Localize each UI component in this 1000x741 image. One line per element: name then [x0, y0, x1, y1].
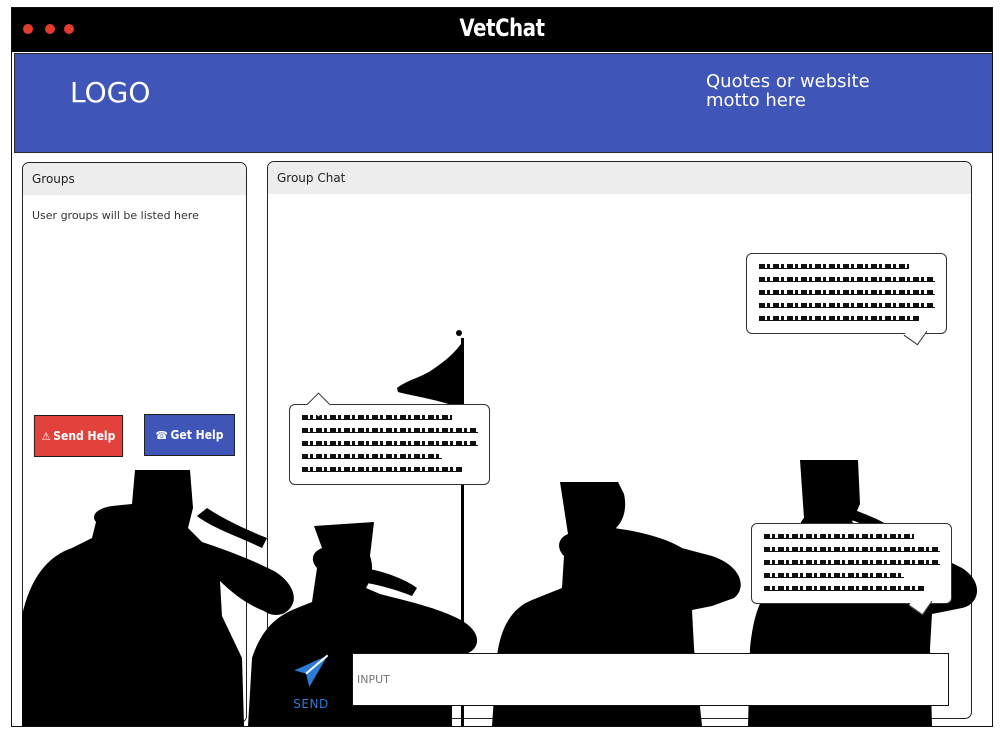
warning-icon: ⚠: [41, 429, 51, 443]
app-window: VetChat LOGO Quotes or website motto her…: [11, 7, 993, 727]
group-chat-title: Group Chat: [268, 162, 971, 194]
send-label: SEND: [293, 697, 329, 711]
close-dot[interactable]: [23, 24, 33, 34]
get-help-button[interactable]: ☎ Get Help: [144, 414, 235, 456]
chat-message-bubble: [751, 523, 952, 616]
site-header: LOGO Quotes or website motto here: [14, 53, 992, 153]
chat-message-bubble: [746, 253, 947, 346]
paper-plane-icon: [294, 654, 329, 687]
send-help-button[interactable]: ⚠ Send Help: [33, 415, 124, 457]
send-help-label: Send Help: [53, 429, 116, 443]
window-titlebar: VetChat: [12, 8, 992, 52]
site-motto: Quotes or website motto here: [706, 72, 886, 110]
get-help-label: Get Help: [170, 428, 224, 442]
minimize-dot[interactable]: [45, 24, 55, 34]
phone-icon: ☎: [155, 428, 168, 442]
app-title: VetChat: [459, 14, 545, 42]
maximize-dot[interactable]: [64, 24, 74, 34]
chat-input[interactable]: [352, 653, 949, 706]
send-button[interactable]: SEND: [283, 648, 339, 712]
logo[interactable]: LOGO: [70, 76, 150, 109]
groups-empty-text: User groups will be listed here: [32, 209, 199, 222]
motto-line-2: motto here: [706, 90, 806, 111]
chat-message-bubble: [289, 392, 490, 485]
motto-line-1: Quotes or website: [706, 71, 870, 92]
groups-panel-title: Groups: [23, 163, 246, 195]
